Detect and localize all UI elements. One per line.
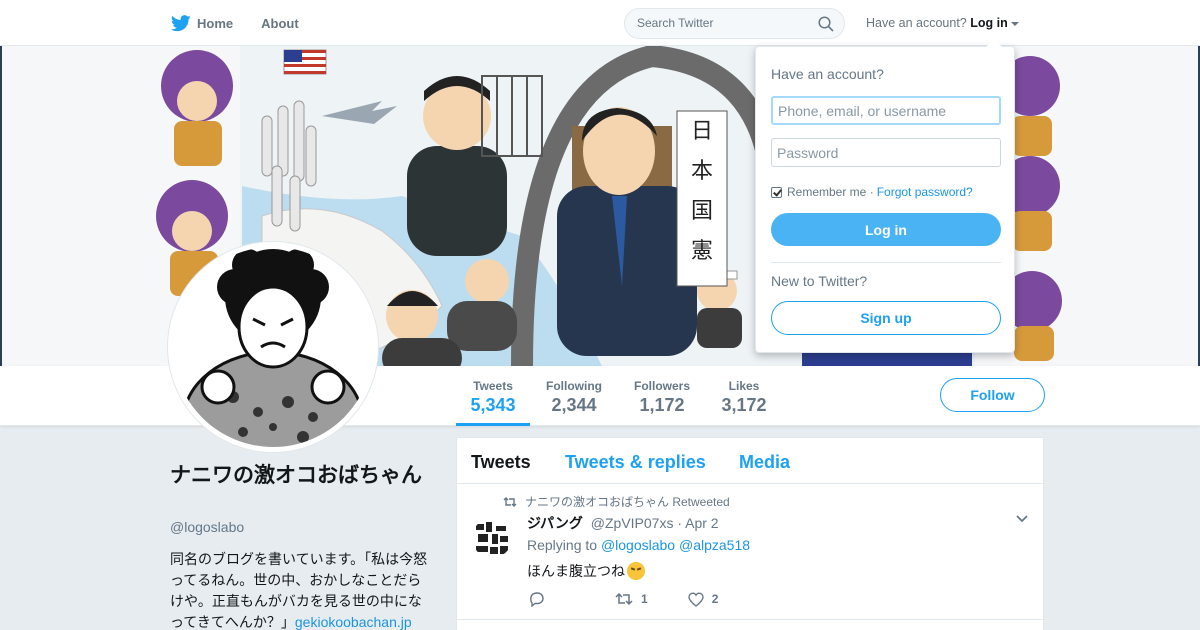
nav-home-label: Home	[197, 15, 234, 31]
retweet-action-icon	[615, 592, 633, 606]
tweet-text: ほんま腹立つね	[527, 561, 645, 581]
stat-likes-label: Likes	[728, 379, 760, 393]
search-input[interactable]	[637, 16, 807, 30]
stat-following-value: 2,344	[551, 395, 597, 415]
retweet-count: 1	[641, 592, 648, 606]
retweet-action[interactable]: 1	[615, 592, 648, 606]
caret-down-icon	[1010, 21, 1019, 26]
forgot-password-link[interactable]: Forgot password?	[877, 185, 973, 199]
like-count: 2	[711, 592, 719, 606]
tweet-avatar[interactable]	[472, 518, 512, 558]
top-navigation-bar: Home About Have an account? Log in	[0, 0, 1200, 46]
scroll-char-1: 日	[691, 119, 713, 144]
follow-button[interactable]: Follow	[940, 378, 1045, 412]
profile-bio-link[interactable]: gekiokoobachan.jp	[295, 614, 412, 630]
tweet-header: ジパング @ZpVIP07xs · Apr 2	[527, 513, 719, 533]
replying-to-prefix: Replying to	[527, 537, 598, 553]
tweet-text-content: ほんま腹立つね	[527, 563, 625, 579]
scroll-char-4: 憲	[691, 239, 713, 264]
remember-me-row: Remember me · Forgot password?	[771, 185, 973, 199]
timeline: Tweets Tweets & replies Media ナニワの激オコおばち…	[456, 437, 1044, 630]
remember-me-label[interactable]: Remember me ·	[787, 185, 874, 199]
stat-followers[interactable]: Followers 1,172	[630, 366, 694, 426]
angry-face-emoji-icon	[627, 562, 645, 580]
heart-icon	[687, 591, 704, 607]
stat-followers-label: Followers	[633, 379, 690, 393]
profile-avatar[interactable]	[168, 242, 378, 452]
like-action[interactable]: 2	[687, 591, 719, 607]
reply-icon	[530, 592, 544, 607]
signup-button[interactable]: Sign up	[771, 301, 1001, 335]
timeline-tabs: Tweets Tweets & replies Media	[457, 438, 1043, 484]
tab-media[interactable]: Media	[739, 452, 790, 473]
tweet-date[interactable]: · Apr 2	[677, 515, 718, 531]
profile-bio: 同名のブログを書いています。「私は今怒ってるねん。世の中、おかしなことだらけや。…	[170, 549, 432, 630]
stat-tweets-value: 5,343	[470, 395, 516, 415]
tweet-fullname[interactable]: ジパング	[527, 515, 583, 531]
tweet-username[interactable]: @ZpVIP07xs	[591, 515, 674, 531]
login-button[interactable]: Log in	[771, 213, 1001, 246]
search-icon[interactable]	[818, 16, 834, 32]
tweet-actions: 1 2	[529, 591, 758, 607]
search-box[interactable]	[624, 8, 845, 39]
stat-tweets[interactable]: Tweets 5,343	[456, 366, 530, 426]
tweet-avatar-image	[472, 518, 512, 558]
nav-about[interactable]: About	[261, 16, 299, 31]
stat-followers-value: 1,172	[639, 395, 685, 415]
stat-tweets-label: Tweets	[473, 379, 513, 393]
retweet-icon	[503, 496, 517, 507]
login-link[interactable]: Log in	[970, 16, 1008, 30]
stat-likes[interactable]: Likes 3,172	[718, 366, 770, 426]
avatar-illustration	[173, 247, 373, 447]
tab-tweets-replies[interactable]: Tweets & replies	[565, 452, 706, 473]
stat-following[interactable]: Following 2,344	[542, 366, 606, 426]
login-toggle[interactable]: Have an account? Log in	[866, 16, 1019, 30]
stat-likes-value: 3,172	[721, 395, 767, 415]
dropdown-divider	[771, 262, 1001, 263]
nav-left: Home About	[171, 0, 327, 46]
nav-home[interactable]: Home	[171, 14, 234, 32]
profile-name[interactable]: ナニワの激オコおばちゃん	[170, 462, 430, 490]
username-field[interactable]	[771, 96, 1001, 125]
have-account-text: Have an account?	[866, 16, 967, 30]
twitter-bird-icon	[171, 14, 191, 31]
reply-mention-1[interactable]: @logoslabo	[601, 537, 675, 553]
banner-bottom-strip	[802, 351, 972, 366]
scroll-char-3: 国	[691, 199, 713, 224]
us-flag-shape	[283, 49, 327, 75]
retweeted-by-text[interactable]: ナニワの激オコおばちゃん Retweeted	[525, 493, 730, 510]
login-dropdown: Have an account? Remember me · Forgot pa…	[755, 39, 1015, 353]
profile-handle[interactable]: @logoslabo	[170, 519, 244, 535]
reply-action[interactable]	[529, 591, 553, 607]
new-to-twitter-text: New to Twitter?	[771, 273, 868, 289]
chevron-down-icon[interactable]	[1015, 514, 1029, 524]
password-field[interactable]	[771, 138, 1001, 167]
remember-me-checkbox[interactable]	[771, 186, 782, 198]
constitution-scroll-shape: 日 本 国 憲	[676, 110, 728, 287]
login-dropdown-title: Have an account?	[771, 66, 884, 82]
reply-mention-2[interactable]: @alpza518	[679, 537, 750, 553]
tweet-replying-to: Replying to @logoslabo @alpza518	[527, 537, 750, 553]
retweet-context: ナニワの激オコおばちゃん Retweeted	[503, 493, 730, 510]
tweet[interactable]: ナニワの激オコおばちゃん Retweeted ジパング @ZpVIP07xs ·…	[457, 484, 1043, 620]
nav-about-label: About	[261, 15, 299, 31]
tab-tweets[interactable]: Tweets	[471, 452, 531, 473]
stat-following-label: Following	[546, 379, 602, 393]
scroll-char-2: 本	[691, 159, 713, 184]
